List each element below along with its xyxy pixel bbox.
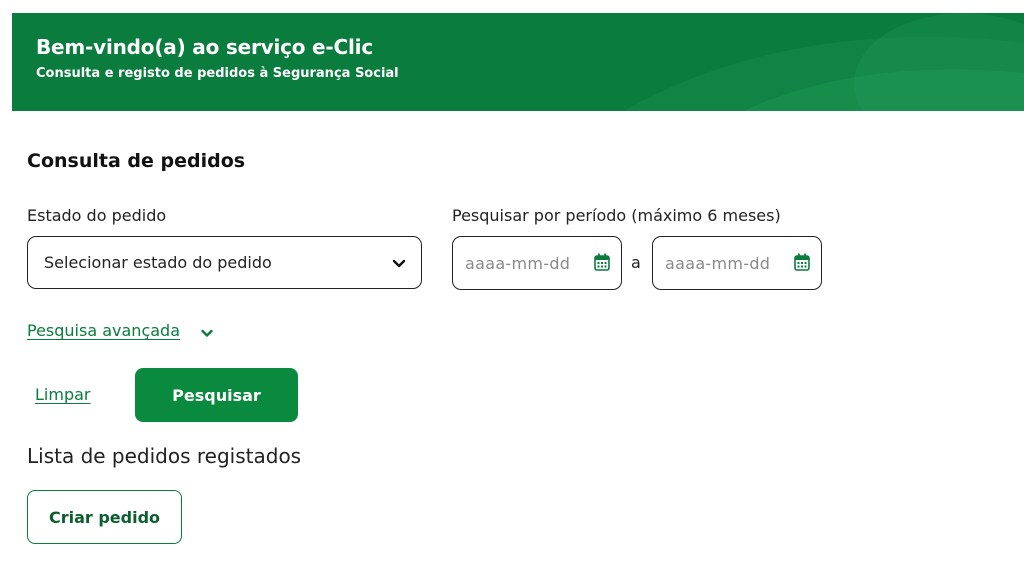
advanced-search-link[interactable]: Pesquisa avançada [27, 321, 180, 340]
banner-decoration [624, 13, 1024, 111]
create-request-button[interactable]: Criar pedido [27, 490, 182, 544]
date-to-placeholder: aaaa-mm-dd [665, 253, 771, 273]
list-title: Lista de pedidos registados [27, 444, 302, 468]
banner-subtitle: Consulta e registo de pedidos à Seguranç… [36, 66, 399, 81]
status-select[interactable]: Selecionar estado do pedido [27, 236, 422, 289]
date-from-input[interactable]: aaaa-mm-dd [452, 236, 622, 290]
date-range-separator: a [631, 253, 641, 272]
period-label: Pesquisar por período (máximo 6 meses) [452, 206, 781, 225]
clear-link[interactable]: Limpar [35, 385, 90, 404]
banner-title: Bem-vindo(a) ao serviço e-Clic [36, 35, 373, 59]
chevron-down-icon [392, 259, 406, 268]
date-from-placeholder: aaaa-mm-dd [465, 253, 571, 273]
date-to-input[interactable]: aaaa-mm-dd [652, 236, 822, 290]
calendar-icon[interactable] [794, 253, 810, 271]
status-label: Estado do pedido [27, 206, 167, 225]
welcome-banner: Bem-vindo(a) ao serviço e-Clic Consulta … [12, 13, 1024, 111]
status-select-value: Selecionar estado do pedido [44, 253, 272, 272]
search-button[interactable]: Pesquisar [135, 368, 298, 422]
calendar-icon[interactable] [594, 253, 610, 271]
chevron-down-icon[interactable] [200, 326, 214, 340]
section-title: Consulta de pedidos [27, 150, 246, 172]
